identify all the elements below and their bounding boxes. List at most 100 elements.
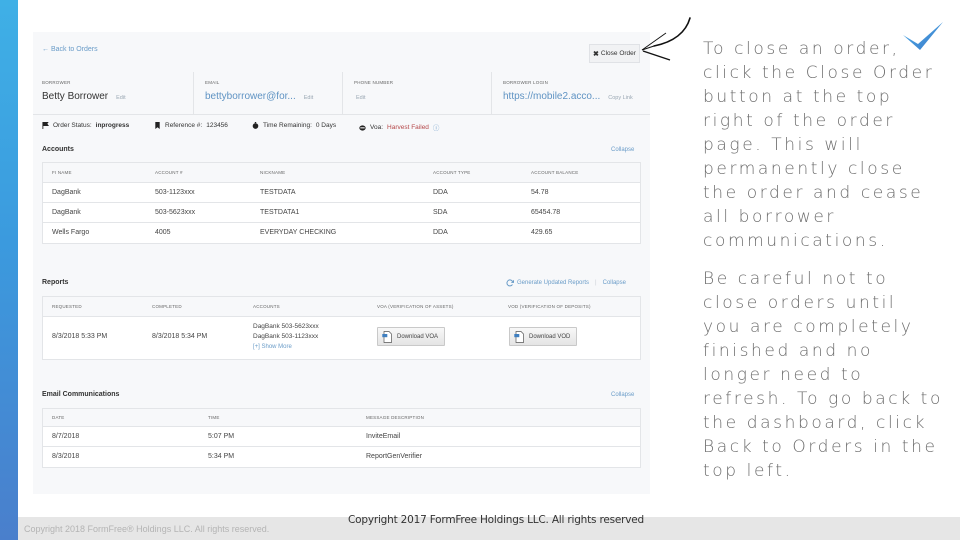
email-date: 8/7/2018 <box>52 433 80 440</box>
generate-reports-label: Generate Updated Reports <box>517 280 590 286</box>
slide-copyright: Copyright 2017 FormFree Holdings LLC. Al… <box>348 514 644 526</box>
email-label: Email <box>205 80 220 85</box>
download-vod-button[interactable]: Download VOD <box>509 327 577 346</box>
column-header[interactable]: Account Type <box>433 170 471 175</box>
column-header[interactable]: Message Description <box>366 415 424 420</box>
column-header[interactable]: VOD (Verification of Deposits) <box>508 304 591 309</box>
column-header[interactable]: VOA (Verification of Assets) <box>377 304 454 309</box>
accent-bar <box>0 0 18 540</box>
edit-borrower-link[interactable]: Edit <box>116 95 125 101</box>
accounts-collapse-link[interactable]: Collapse <box>611 147 634 153</box>
borrower-name: Betty Borrower Edit <box>42 91 192 102</box>
order-status-label: Order Status: <box>53 122 92 129</box>
login-label: Borrower Login <box>503 80 549 85</box>
borrower-cell: Borrower Betty Borrower Edit <box>42 72 192 115</box>
generate-reports-link[interactable]: Generate Updated Reports <box>506 279 589 287</box>
borrower-name-text: Betty Borrower <box>42 91 109 102</box>
email-time: 5:34 PM <box>208 453 235 460</box>
report-row: 8/3/2018 5:33 PM 8/3/2018 5:34 PM DagBan… <box>43 317 640 359</box>
table-row: 8/3/2018 5:34 PM ReportGenVerifier <box>43 447 640 467</box>
cloud-icon <box>359 124 366 131</box>
account-type: SDA <box>433 209 448 216</box>
reference-label: Reference #: <box>165 122 203 129</box>
report-account: DagBank 503-1123xxx <box>253 333 319 340</box>
table-row: Wells Fargo 4005 EVERYDAY CHECKING DDA 4… <box>43 223 640 243</box>
completed-time: 8/3/2018 5:34 PM <box>152 333 208 340</box>
column-header[interactable]: Account Balance <box>531 170 578 175</box>
show-more-link[interactable]: [+] Show More <box>253 342 319 352</box>
column-header[interactable]: FI Name <box>52 170 72 175</box>
fi-name: Wells Fargo <box>52 229 90 236</box>
column-header[interactable]: Date <box>52 415 64 420</box>
column-header[interactable]: Time <box>208 415 220 420</box>
fi-name: DagBank <box>52 209 81 216</box>
login-url[interactable]: https://mobile2.acco... <box>503 91 600 102</box>
account-balance: 54.78 <box>531 189 549 196</box>
reports-actions: Generate Updated Reports | Collapse <box>506 279 626 287</box>
emails-table-header: Date Time Message Description <box>43 409 640 427</box>
copy-link-button[interactable]: Copy Link <box>608 95 632 101</box>
order-status-row: Order Status: inprogress Reference #: 12… <box>33 122 650 134</box>
time-value: 0 Days <box>315 122 337 129</box>
email-description: ReportGenVerifier <box>366 453 423 460</box>
reports-table-header: Requested Completed Accounts VOA (Verifi… <box>43 297 640 317</box>
reports-table: Requested Completed Accounts VOA (Verifi… <box>42 296 641 360</box>
voa-value: Harvest Failed <box>387 123 429 131</box>
email-text[interactable]: bettyborrower@for... <box>205 91 296 102</box>
download-voa-button[interactable]: Download VOA <box>377 327 445 346</box>
borrower-info-row: Borrower Betty Borrower Edit Email bettyb… <box>33 72 650 115</box>
nickname: EVERYDAY CHECKING <box>260 229 337 236</box>
email-description: InviteEmail <box>366 433 401 440</box>
download-voa-label: Download VOA <box>397 333 439 340</box>
x-icon: ✖ <box>593 50 599 58</box>
hand-drawn-arrow-icon <box>641 17 691 61</box>
close-order-label: Close Order <box>600 50 636 57</box>
table-row: DagBank 503-5623xxx TESTDATA1 SDA 65454.… <box>43 203 640 223</box>
account-number: 4005 <box>155 229 171 236</box>
document-icon <box>514 330 524 343</box>
order-status-value: inprogress <box>95 122 130 129</box>
requested-time: 8/3/2018 5:33 PM <box>52 333 108 340</box>
question-circle-icon[interactable]: ⓘ <box>433 122 440 132</box>
table-row: 8/7/2018 5:07 PM InviteEmail <box>43 427 640 447</box>
refresh-icon <box>506 279 514 287</box>
accounts-table: FI Name Account # Nickname Account Type … <box>42 162 641 244</box>
column-header[interactable]: Completed <box>152 304 182 309</box>
account-number: 503-5623xxx <box>155 209 196 216</box>
email-communications-title: Email Communications <box>42 391 120 398</box>
nickname: TESTDATA <box>260 189 296 196</box>
column-header[interactable]: Account # <box>155 170 183 175</box>
table-row: DagBank 503-1123xxx TESTDATA DDA 54.78 <box>43 183 640 203</box>
reports-title: Reports <box>42 279 69 286</box>
order-page-screenshot: ← Back to Orders ✖ Close Order Borrower … <box>33 32 650 494</box>
column-header[interactable]: Nickname <box>260 170 285 175</box>
phone-cell: Phone Number Edit <box>342 72 490 115</box>
column-header[interactable]: Requested <box>52 304 82 309</box>
email-date: 8/3/2018 <box>52 453 80 460</box>
bookmark-icon <box>155 122 160 129</box>
order-status: Order Status: inprogress <box>42 122 129 129</box>
edit-email-link[interactable]: Edit <box>304 95 313 101</box>
fi-name: DagBank <box>52 189 81 196</box>
app-copyright: Copyright 2018 FormFree® Holdings LLC. A… <box>24 524 270 534</box>
phone-value: Edit <box>354 91 490 102</box>
time-remaining: Time Remaining: 0 Days <box>252 122 336 129</box>
reports-collapse-link[interactable]: Collapse <box>603 280 626 286</box>
column-header[interactable]: Accounts <box>253 304 280 309</box>
account-type: DDA <box>433 229 448 236</box>
login-cell: Borrower Login https://mobile2.acco... Co… <box>491 72 650 115</box>
account-number: 503-1123xxx <box>155 189 195 196</box>
close-order-button[interactable]: ✖ Close Order <box>589 44 640 63</box>
borrower-label: Borrower <box>42 80 71 85</box>
emails-collapse-link[interactable]: Collapse <box>611 392 634 398</box>
edit-phone-link[interactable]: Edit <box>356 95 365 101</box>
email-value: bettyborrower@for... Edit <box>205 91 341 102</box>
separator: | <box>595 280 597 286</box>
back-to-orders-link[interactable]: ← Back to Orders <box>42 46 98 53</box>
email-cell: Email bettyborrower@for... Edit <box>193 72 341 115</box>
document-icon <box>382 330 392 343</box>
login-value: https://mobile2.acco... Copy Link <box>503 91 650 102</box>
email-time: 5:07 PM <box>208 433 235 440</box>
reference: Reference #: 123456 <box>154 122 228 129</box>
instruction-paragraph-2: Be careful not to close orders until you… <box>703 269 943 481</box>
